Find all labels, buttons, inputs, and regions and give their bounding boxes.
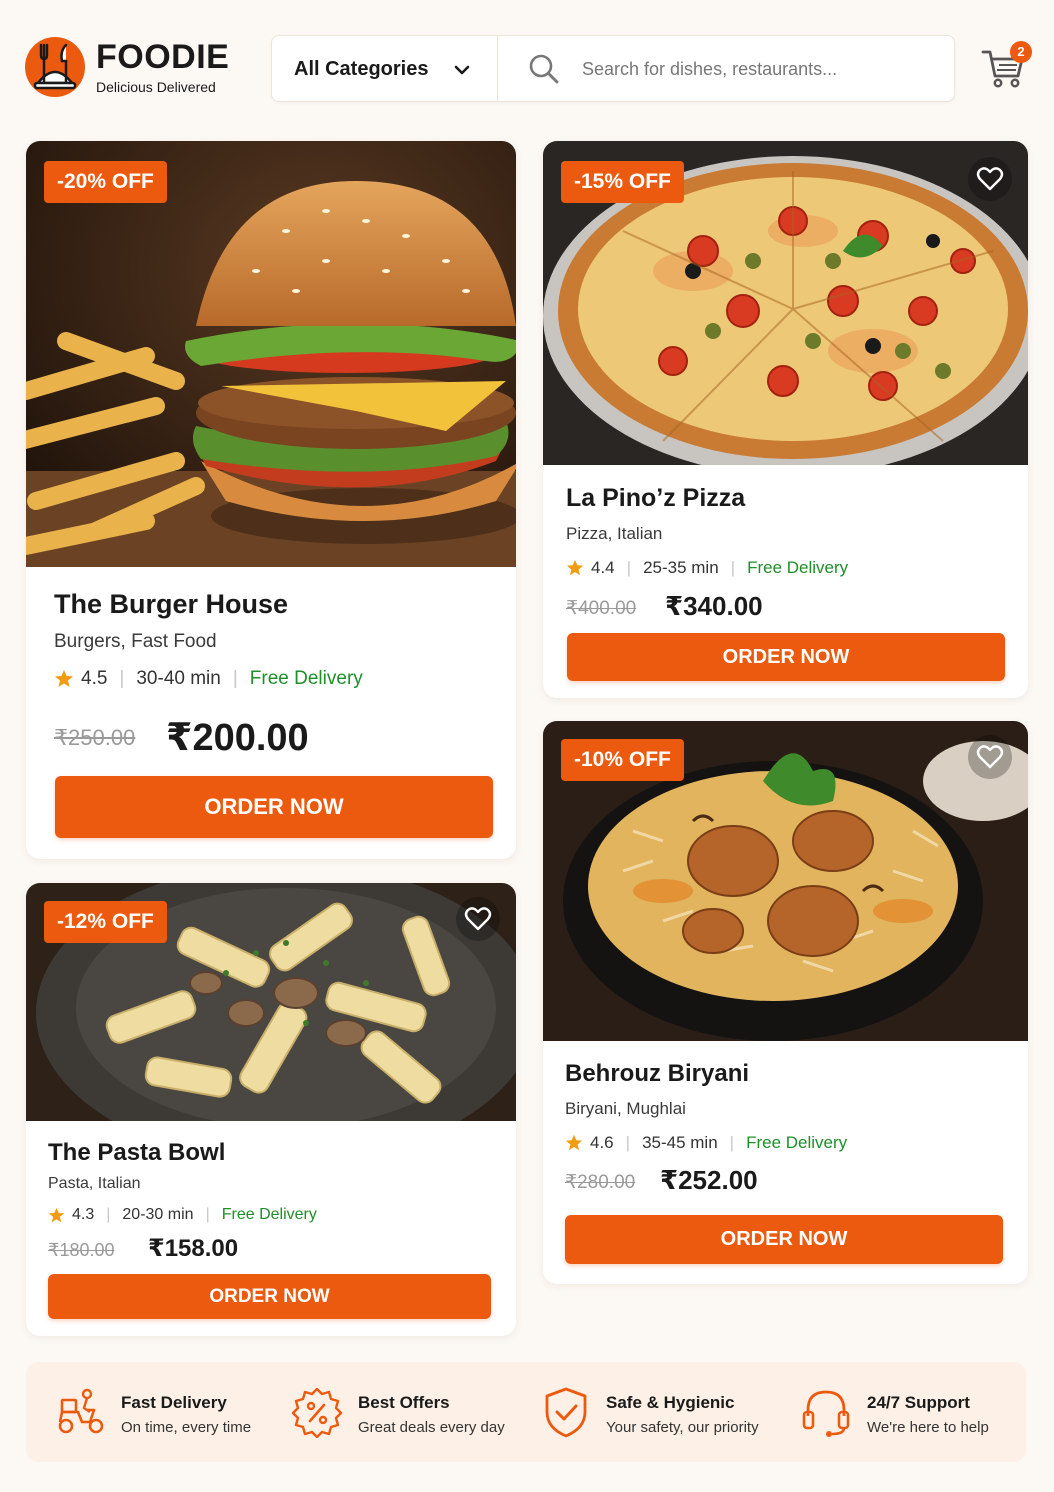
discount-badge: -15% OFF: [561, 161, 684, 203]
feature-title: Fast Delivery: [121, 1393, 227, 1412]
cuisine-label: Burgers, Fast Food: [54, 631, 217, 652]
discounted-price: ₹340.00: [665, 591, 763, 621]
original-price: ₹400.00: [566, 598, 637, 619]
cuisine-label: Biryani, Mughlai: [565, 1099, 686, 1118]
original-price: ₹250.00: [54, 725, 136, 750]
favorite-button[interactable]: [968, 157, 1012, 201]
discounted-price: ₹200.00: [166, 717, 309, 759]
free-delivery-label: Free Delivery: [746, 1133, 848, 1152]
cuisine-label: Pizza, Italian: [566, 524, 663, 543]
rating-value: 4.3: [72, 1206, 95, 1223]
feature-subtitle: Your safety, our priority: [606, 1419, 759, 1436]
cuisine-label: Pasta, Italian: [48, 1175, 141, 1192]
logo-icon[interactable]: [24, 33, 86, 101]
burger-image: [26, 141, 516, 567]
divider: |: [205, 1206, 210, 1223]
divider: |: [729, 1133, 735, 1152]
divider: |: [626, 558, 632, 577]
rating-value: 4.6: [590, 1133, 614, 1152]
chevron-down-icon: [454, 65, 470, 75]
star-icon: [48, 1207, 65, 1222]
star-icon: [55, 670, 73, 687]
restaurant-card[interactable]: -15% OFF La Pino’z Pizza Pizza, Italian …: [543, 141, 1028, 698]
discount-badge-icon: [291, 1387, 343, 1438]
header: FOODIE Delicious Delivered All Categorie…: [0, 0, 1054, 130]
free-delivery-label: Free Delivery: [249, 668, 363, 689]
restaurant-meta: 4.3 | 20-30 min | Free Delivery: [48, 1206, 317, 1224]
discount-badge: -20% OFF: [44, 161, 167, 203]
restaurant-meta: 4.6 | 35-45 min | Free Delivery: [565, 1133, 847, 1153]
brand-name[interactable]: FOODIE: [96, 38, 229, 77]
feature-subtitle: Great deals every day: [358, 1419, 505, 1436]
restaurant-title[interactable]: The Burger House: [54, 589, 288, 620]
star-icon: [565, 1134, 583, 1151]
features-strip: Fast Delivery On time, every time Best O…: [26, 1362, 1026, 1462]
restaurant-card[interactable]: -20% OFF The Burger House Burgers, Fast …: [26, 141, 516, 859]
favorite-button[interactable]: [456, 897, 500, 941]
delivery-time: 35-45 min: [642, 1133, 718, 1152]
restaurant-title[interactable]: Behrouz Biryani: [565, 1060, 749, 1088]
divider: |: [119, 668, 125, 689]
order-now-button[interactable]: ORDER NOW: [48, 1274, 491, 1319]
order-now-button[interactable]: ORDER NOW: [55, 776, 493, 838]
shield-check-icon: [545, 1387, 587, 1438]
restaurant-title[interactable]: The Pasta Bowl: [48, 1139, 225, 1167]
delivery-time: 30-40 min: [136, 668, 221, 689]
search-bar: All Categories: [271, 35, 955, 102]
free-delivery-label: Free Delivery: [747, 558, 849, 577]
discount-badge: -10% OFF: [561, 739, 684, 781]
feature-title: 24/7 Support: [867, 1393, 970, 1412]
search-input[interactable]: [582, 50, 932, 88]
heart-icon: [976, 167, 1004, 191]
divider: |: [625, 1133, 631, 1152]
favorite-button[interactable]: [968, 735, 1012, 779]
divider: |: [232, 668, 238, 689]
divider: |: [106, 1206, 111, 1223]
original-price: ₹280.00: [565, 1172, 636, 1193]
star-icon: [566, 559, 584, 576]
restaurant-meta: 4.5 | 30-40 min | Free Delivery: [54, 668, 363, 690]
restaurant-title[interactable]: La Pino’z Pizza: [566, 484, 745, 513]
restaurant-card[interactable]: -12% OFF The Pasta Bowl Pasta, Italian 4…: [26, 883, 516, 1336]
scooter-icon: [58, 1388, 104, 1434]
feature-subtitle: We're here to help: [867, 1419, 989, 1436]
category-dropdown-label: All Categories: [294, 58, 429, 80]
divider: |: [730, 558, 736, 577]
cart-count-badge: 2: [1010, 41, 1032, 63]
headset-icon: [802, 1390, 850, 1437]
order-now-button[interactable]: ORDER NOW: [567, 633, 1005, 681]
feature-title: Best Offers: [358, 1393, 450, 1412]
rating-value: 4.5: [81, 668, 108, 689]
original-price: ₹180.00: [48, 1240, 115, 1260]
heart-icon: [976, 745, 1004, 769]
discounted-price: ₹158.00: [148, 1235, 239, 1262]
rating-value: 4.4: [591, 558, 615, 577]
restaurant-card[interactable]: -10% OFF Behrouz Biryani Biryani, Mughla…: [543, 721, 1028, 1284]
brand-tagline: Delicious Delivered: [96, 79, 216, 95]
category-dropdown[interactable]: All Categories: [272, 36, 498, 101]
order-now-button[interactable]: ORDER NOW: [565, 1215, 1003, 1264]
delivery-time: 20-30 min: [122, 1206, 194, 1223]
feature-title: Safe & Hygienic: [606, 1393, 735, 1412]
heart-icon: [464, 907, 492, 931]
free-delivery-label: Free Delivery: [221, 1206, 317, 1223]
feature-subtitle: On time, every time: [121, 1419, 252, 1436]
discounted-price: ₹252.00: [660, 1165, 758, 1195]
delivery-time: 25-35 min: [643, 558, 719, 577]
search-icon[interactable]: [528, 53, 560, 85]
discount-badge: -12% OFF: [44, 901, 167, 943]
restaurant-meta: 4.4 | 25-35 min | Free Delivery: [566, 558, 848, 578]
